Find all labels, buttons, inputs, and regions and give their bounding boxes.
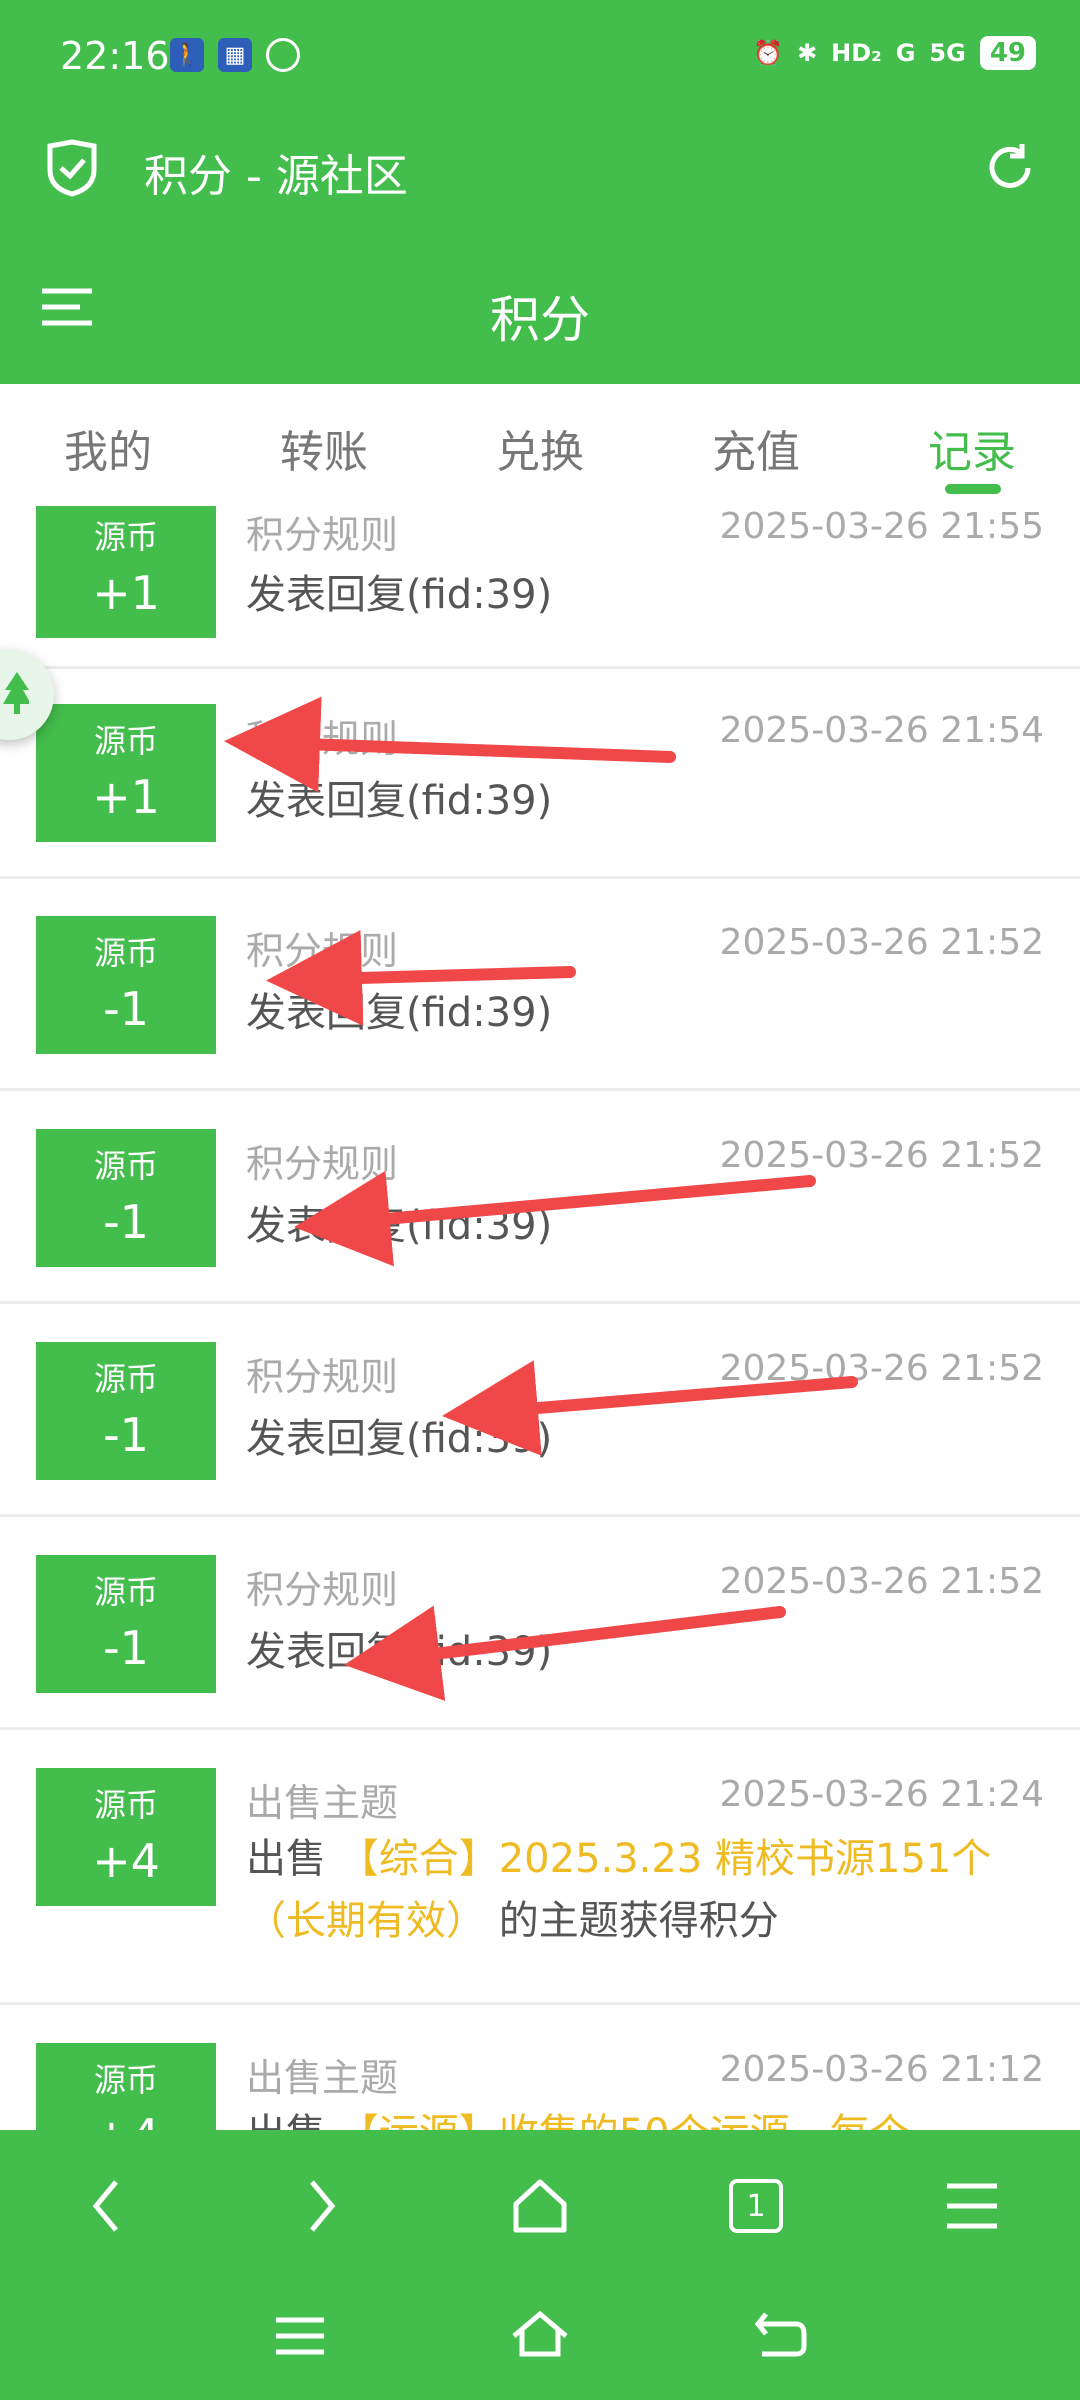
tab-records[interactable]: 记录 bbox=[864, 416, 1080, 480]
currency-label: 源币 bbox=[93, 934, 158, 972]
hd-icon: HD₂ bbox=[831, 39, 882, 67]
status-right: ⏰ ✱ HD₂ G 5G 49 bbox=[753, 36, 1036, 70]
home-icon[interactable] bbox=[500, 2166, 580, 2246]
record-desc: 发表回复(fid:39) bbox=[246, 778, 553, 824]
currency-label: 源币 bbox=[93, 518, 158, 556]
status-time: 22:16 bbox=[60, 34, 170, 78]
refresh-icon[interactable] bbox=[980, 138, 1040, 202]
currency-badge: 源币 +1 bbox=[36, 506, 216, 638]
tab-recharge[interactable]: 充值 bbox=[648, 416, 864, 480]
currency-label: 源币 bbox=[93, 2061, 158, 2099]
list-item[interactable]: 源币 -1 积分规则 2025-03-26 21:52 发表回复(fid:39) bbox=[0, 1517, 1080, 1730]
record-time: 2025-03-26 21:54 bbox=[719, 710, 1044, 751]
amount-value: -1 bbox=[103, 982, 149, 1036]
record-desc: 发表回复(fid:39) bbox=[246, 572, 553, 618]
list-item[interactable]: 源币 -1 积分规则 2025-03-26 21:52 发表回复(fid:39) bbox=[0, 1304, 1080, 1517]
desc-suffix: 的主题获得积分 bbox=[486, 1898, 779, 1944]
battery-indicator: 49 bbox=[979, 36, 1036, 70]
app-title: 积分 - 源社区 bbox=[144, 151, 408, 202]
shield-check-icon[interactable] bbox=[44, 138, 100, 202]
app-bar: 积分 - 源社区 bbox=[0, 118, 1080, 220]
record-type: 出售主题 bbox=[246, 1781, 399, 1825]
record-time: 2025-03-26 21:52 bbox=[719, 1348, 1044, 1389]
list-item[interactable]: 源币 +1 积分规则 2025-03-26 21:55 发表回复(fid:39) bbox=[0, 506, 1080, 669]
system-home-icon[interactable] bbox=[508, 2308, 572, 2364]
record-type: 积分规则 bbox=[246, 1142, 399, 1186]
currency-badge: 源币 -1 bbox=[36, 1342, 216, 1480]
record-desc: 出售 【运源】收集的50个运源，每个 bbox=[246, 2103, 1046, 2130]
tab-bar: 我的 转账 兑换 充值 记录 bbox=[0, 384, 1080, 508]
thread-link[interactable]: 【运源】收集的50个运源，每个 bbox=[339, 2111, 910, 2130]
tabs-button[interactable]: 1 bbox=[716, 2166, 796, 2246]
record-time: 2025-03-26 21:52 bbox=[719, 922, 1044, 963]
currency-label: 源币 bbox=[93, 1147, 158, 1185]
list-item[interactable]: 源币 -1 积分规则 2025-03-26 21:52 发表回复(fid:39) bbox=[0, 1091, 1080, 1304]
system-nav-bar bbox=[0, 2278, 1080, 2400]
amount-value: +4 bbox=[92, 1834, 160, 1888]
currency-label: 源币 bbox=[93, 722, 158, 760]
record-time: 2025-03-26 21:52 bbox=[719, 1561, 1044, 1602]
list-item[interactable]: 源币 +4 出售主题 2025-03-26 21:12 出售 【运源】收集的50… bbox=[0, 2005, 1080, 2130]
record-time: 2025-03-26 21:55 bbox=[719, 506, 1044, 547]
record-type: 积分规则 bbox=[246, 929, 399, 973]
amount-value: +1 bbox=[92, 770, 160, 824]
currency-label: 源币 bbox=[93, 1573, 158, 1611]
currency-badge: 源币 -1 bbox=[36, 1129, 216, 1267]
record-type: 积分规则 bbox=[246, 1568, 399, 1612]
forward-icon[interactable] bbox=[282, 2166, 362, 2246]
record-type: 积分规则 bbox=[246, 513, 399, 557]
tree-icon bbox=[0, 668, 31, 722]
desc-prefix: 出售 bbox=[246, 2111, 339, 2130]
bottom-nav: 1 bbox=[0, 2130, 1080, 2278]
record-time: 2025-03-26 21:12 bbox=[719, 2049, 1044, 2090]
currency-badge: 源币 +4 bbox=[36, 1768, 216, 1906]
list-item[interactable]: 源币 -1 积分规则 2025-03-26 21:52 发表回复(fid:39) bbox=[0, 878, 1080, 1091]
bluetooth-icon: ✱ bbox=[797, 39, 818, 67]
currency-label: 源币 bbox=[93, 1786, 158, 1824]
alarm-icon: ⏰ bbox=[753, 39, 784, 67]
notification-icons: 🚶 ▦ bbox=[170, 38, 300, 72]
tab-exchange[interactable]: 兑换 bbox=[432, 416, 648, 480]
page-header: 积分 bbox=[0, 220, 1080, 384]
back-icon[interactable] bbox=[66, 2166, 146, 2246]
active-tab-indicator bbox=[945, 484, 1001, 494]
tab-mine[interactable]: 我的 bbox=[0, 416, 216, 480]
record-desc: 发表回复(fid:39) bbox=[246, 990, 553, 1036]
android-notification-icon: ▦ bbox=[218, 38, 252, 72]
record-desc: 发表回复(fid:39) bbox=[246, 1416, 553, 1462]
desc-prefix: 出售 bbox=[246, 1836, 339, 1882]
tab-transfer[interactable]: 转账 bbox=[216, 416, 432, 480]
list-item[interactable]: 源币 +4 出售主题 2025-03-26 21:24 出售 【综合】2025.… bbox=[0, 1730, 1080, 2005]
record-time: 2025-03-26 21:24 bbox=[719, 1774, 1044, 1815]
currency-badge: 源币 +4 bbox=[36, 2043, 216, 2130]
record-desc: 发表回复(fid:39) bbox=[246, 1203, 553, 1249]
record-desc: 发表回复(fid:39) bbox=[246, 1629, 553, 1675]
amount-value: +1 bbox=[92, 566, 160, 620]
record-desc: 出售 【综合】2025.3.23 精校书源151个（长期有效） 的主题获得积分 bbox=[246, 1828, 1046, 1952]
amount-value: -1 bbox=[103, 1621, 149, 1675]
system-back-icon[interactable] bbox=[752, 2308, 808, 2364]
currency-badge: 源币 +1 bbox=[36, 704, 216, 842]
amount-value: +4 bbox=[36, 2109, 216, 2130]
list-item[interactable]: 源币 +1 积分规则 2025-03-26 21:54 发表回复(fid:39) bbox=[0, 666, 1080, 879]
menu-icon[interactable] bbox=[932, 2166, 1012, 2246]
record-type: 积分规则 bbox=[246, 1355, 399, 1399]
record-type: 出售主题 bbox=[246, 2056, 399, 2100]
clock-notification-icon bbox=[266, 38, 300, 72]
currency-badge: 源币 -1 bbox=[36, 916, 216, 1054]
signal-5g-icon: 5G bbox=[929, 39, 966, 67]
page-title: 积分 bbox=[490, 291, 590, 349]
amount-value: -1 bbox=[103, 1408, 149, 1462]
record-list: 源币 +1 积分规则 2025-03-26 21:55 发表回复(fid:39)… bbox=[0, 506, 1080, 2130]
recents-icon[interactable] bbox=[272, 2314, 328, 2362]
signal-g-icon: G bbox=[895, 39, 916, 67]
currency-badge: 源币 -1 bbox=[36, 1555, 216, 1693]
amount-value: -1 bbox=[103, 1195, 149, 1249]
tab-count: 1 bbox=[729, 2179, 783, 2233]
record-time: 2025-03-26 21:52 bbox=[719, 1135, 1044, 1176]
status-bar: 22:16 🚶 ▦ ⏰ ✱ HD₂ G 5G 49 bbox=[0, 0, 1080, 118]
record-type: 积分规则 bbox=[246, 717, 399, 761]
currency-label: 源币 bbox=[93, 1360, 158, 1398]
walk-notification-icon: 🚶 bbox=[170, 38, 204, 72]
